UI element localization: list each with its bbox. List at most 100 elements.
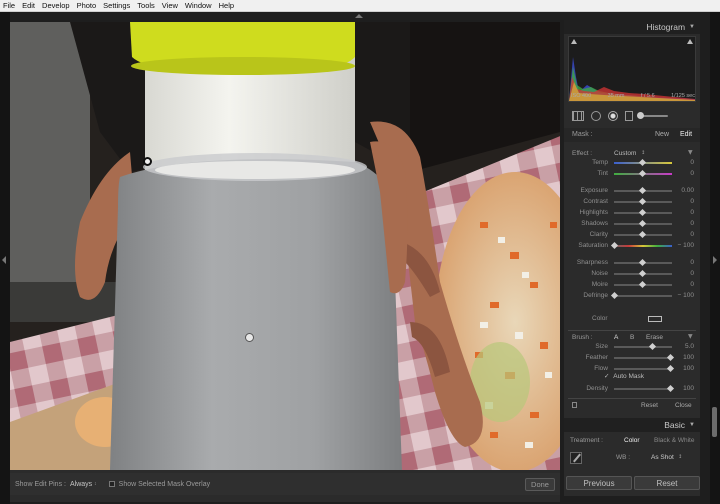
histogram-header[interactable]: Histogram ▼ — [564, 20, 700, 34]
slider-value[interactable]: 0 — [672, 281, 694, 288]
local-close-button[interactable]: Close — [675, 402, 692, 409]
photo-canvas[interactable] — [10, 22, 560, 470]
slider-value[interactable]: 0 — [672, 259, 694, 266]
menu-item-settings[interactable]: Settings — [103, 1, 130, 10]
edit-pin-inactive[interactable] — [143, 157, 152, 166]
collapse-brush-icon[interactable]: ▼ — [688, 333, 693, 340]
treatment-color-option[interactable]: Color — [624, 437, 640, 444]
menu-item-edit[interactable]: Edit — [22, 1, 35, 10]
slider-value[interactable]: 100 — [672, 385, 694, 392]
mask-edit-button[interactable]: Edit — [680, 131, 692, 138]
slider-moire[interactable]: Moire 0 — [568, 280, 694, 290]
menu-item-help[interactable]: Help — [219, 1, 234, 10]
slider-track[interactable] — [614, 245, 672, 247]
slider-knob[interactable] — [638, 230, 647, 239]
slider-track[interactable] — [614, 357, 672, 359]
brush-slider-density[interactable]: Density 100 — [568, 384, 694, 394]
shadow-clipping-icon[interactable] — [571, 39, 577, 44]
brush-slider-size[interactable]: Size 5.0 — [568, 342, 694, 352]
slider-highlights[interactable]: Highlights 0 — [568, 208, 694, 218]
auto-mask-row[interactable]: ✓ Auto Mask — [604, 372, 694, 382]
slider-track[interactable] — [614, 388, 672, 390]
slider-track[interactable] — [614, 295, 672, 297]
slider-value[interactable]: 0 — [672, 270, 694, 277]
slider-knob[interactable] — [649, 342, 657, 351]
chevron-updown-icon[interactable]: ↕ — [641, 150, 645, 156]
slider-value[interactable]: − 100 — [672, 292, 694, 299]
slider-knob[interactable] — [638, 280, 647, 289]
previous-button[interactable]: Previous — [566, 476, 632, 490]
right-panel-edge[interactable] — [710, 12, 720, 504]
slider-value[interactable]: − 100 — [672, 242, 694, 249]
spot-removal-icon[interactable] — [591, 111, 601, 121]
crop-overlay-icon[interactable] — [572, 111, 584, 121]
slider-value[interactable]: 0 — [672, 220, 694, 227]
show-edit-pins-select[interactable]: Always — [70, 481, 92, 488]
menu-item-file[interactable]: File — [3, 1, 15, 10]
slider-value[interactable]: 5.0 — [672, 343, 694, 350]
collapse-right-icon[interactable] — [713, 256, 717, 264]
slider-tint[interactable]: Tint 0 — [568, 169, 694, 179]
graduated-filter-icon[interactable] — [625, 111, 633, 121]
slider-temp[interactable]: Temp 0 — [568, 158, 694, 168]
menu-item-develop[interactable]: Develop — [42, 1, 70, 10]
adjustment-brush-icon[interactable] — [637, 112, 668, 119]
histogram-graph[interactable]: ISO 400 35 mm f / 5.6 1/125 sec — [568, 36, 696, 102]
brush-b-button[interactable]: B — [630, 334, 634, 341]
slider-value[interactable]: 0 — [672, 159, 694, 166]
panel-scrollbar[interactable] — [712, 407, 717, 437]
slider-noise[interactable]: Noise 0 — [568, 269, 694, 279]
slider-track[interactable] — [614, 346, 672, 348]
slider-value[interactable]: 100 — [672, 354, 694, 361]
slider-knob[interactable] — [638, 158, 647, 167]
slider-knob[interactable] — [638, 197, 647, 206]
eyedropper-icon[interactable] — [570, 452, 582, 464]
red-eye-icon[interactable] — [608, 111, 618, 121]
slider-shadows[interactable]: Shadows 0 — [568, 219, 694, 229]
menu-item-window[interactable]: Window — [185, 1, 212, 10]
slider-value[interactable]: 100 — [672, 365, 694, 372]
slider-knob[interactable] — [638, 169, 647, 178]
basic-header[interactable]: Basic ▼ — [564, 418, 700, 432]
slider-knob[interactable] — [638, 258, 647, 267]
menu-item-photo[interactable]: Photo — [77, 1, 97, 10]
effect-preset-select[interactable]: Custom — [614, 150, 636, 157]
brush-erase-button[interactable]: Erase — [646, 334, 663, 341]
auto-mask-checkbox[interactable]: ✓ — [604, 373, 609, 380]
color-swatch[interactable] — [648, 316, 662, 322]
slider-defringe[interactable]: Defringe − 100 — [568, 291, 694, 301]
slider-sharpness[interactable]: Sharpness 0 — [568, 258, 694, 268]
slider-knob[interactable] — [610, 241, 619, 250]
wb-select[interactable]: As Shot — [651, 454, 674, 461]
slider-saturation[interactable]: Saturation − 100 — [568, 241, 694, 251]
mask-new-button[interactable]: New — [655, 131, 669, 138]
toggle-switch-icon[interactable] — [572, 402, 577, 408]
menu-item-tools[interactable]: Tools — [137, 1, 155, 10]
slider-exposure[interactable]: Exposure 0.00 — [568, 186, 694, 196]
highlight-clipping-icon[interactable] — [687, 39, 693, 44]
slider-value[interactable]: 0 — [672, 209, 694, 216]
collapse-top-icon[interactable] — [355, 14, 363, 18]
brush-slider-feather[interactable]: Feather 100 — [568, 353, 694, 363]
slider-track[interactable] — [614, 368, 672, 370]
mask-overlay-checkbox[interactable] — [108, 481, 115, 487]
collapse-effect-icon[interactable]: ▼ — [688, 149, 693, 156]
local-reset-button[interactable]: Reset — [641, 402, 658, 409]
slider-knob[interactable] — [638, 186, 647, 195]
left-panel-edge[interactable] — [0, 12, 10, 504]
slider-clarity[interactable]: Clarity 0 — [568, 230, 694, 240]
slider-value[interactable]: 0 — [672, 170, 694, 177]
slider-knob[interactable] — [638, 219, 647, 228]
expand-left-icon[interactable] — [2, 256, 6, 264]
reset-button[interactable]: Reset — [634, 476, 700, 490]
menu-item-view[interactable]: View — [162, 1, 178, 10]
slider-contrast[interactable]: Contrast 0 — [568, 197, 694, 207]
slider-value[interactable]: 0 — [672, 198, 694, 205]
brush-a-button[interactable]: A — [614, 334, 618, 341]
chevron-updown-icon[interactable]: ↕ — [94, 481, 97, 487]
slider-knob[interactable] — [638, 269, 647, 278]
slider-knob[interactable] — [610, 291, 619, 300]
collapse-histogram-icon[interactable]: ▼ — [689, 24, 695, 30]
slider-value[interactable]: 0.00 — [672, 187, 694, 194]
done-button[interactable]: Done — [525, 477, 555, 491]
